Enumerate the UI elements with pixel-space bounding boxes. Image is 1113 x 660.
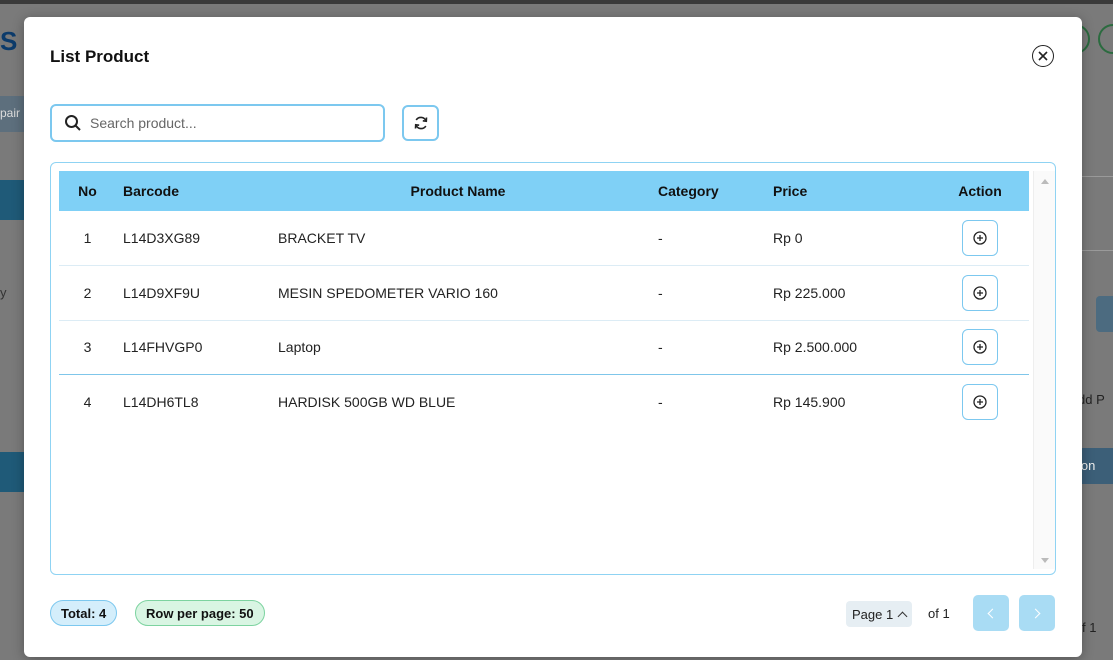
background-block (0, 180, 24, 220)
cell-no: 2 (83, 284, 92, 301)
background-button (1096, 296, 1113, 332)
cell-barcode: L14D9XF9U (123, 284, 201, 301)
cell-action (931, 211, 1029, 266)
search-icon (65, 115, 81, 131)
background-label: dd P (1078, 392, 1105, 407)
cell-price: Rp 0 (773, 230, 803, 246)
cell-barcode: L14FHVGP0 (123, 339, 203, 356)
close-button[interactable] (1032, 45, 1054, 67)
chevron-up-icon (897, 611, 908, 621)
header-action: Action (958, 183, 1002, 199)
cell-price: Rp 145.900 (773, 394, 846, 410)
cell-price: Rp 2.500.000 (773, 339, 858, 356)
background-logo: S (0, 26, 18, 56)
header-product-name: Product Name (410, 183, 506, 199)
plus-circle-icon (973, 286, 987, 300)
next-page-button[interactable] (1019, 595, 1055, 631)
cell-product-name: Laptop (278, 339, 321, 356)
add-product-button[interactable] (962, 384, 998, 420)
page-of-label: of 1 (928, 606, 950, 621)
chevron-right-icon (1030, 608, 1041, 618)
product-table-container[interactable]: No Barcode Product Name Category Price A… (50, 162, 1056, 575)
plus-circle-icon (973, 340, 987, 354)
total-badge: Total: 4 (50, 600, 118, 626)
scroll-down-arrow-icon[interactable] (1041, 558, 1049, 563)
table-scrollbar[interactable] (1033, 171, 1055, 569)
cell-action (931, 375, 1029, 430)
cell-no: 3 (83, 339, 92, 356)
search-field[interactable] (50, 104, 385, 142)
header-barcode: Barcode (123, 183, 180, 199)
background-label: f 1 (1082, 620, 1097, 635)
page-selector-label: Page 1 (852, 606, 894, 622)
scroll-up-arrow-icon[interactable] (1041, 179, 1049, 184)
background-avatar (1098, 24, 1113, 54)
header-category: Category (658, 183, 719, 199)
table-row: 1 L14D3XG89 BRACKET TV - Rp 0 (59, 211, 1029, 266)
plus-circle-icon (973, 395, 987, 409)
product-table: No Barcode Product Name Category Price A… (59, 171, 1029, 429)
cell-action (931, 320, 1029, 375)
modal-title: List Product (50, 47, 150, 66)
background-topbar (0, 0, 1113, 4)
add-product-button[interactable] (962, 274, 998, 311)
header-no: No (78, 183, 97, 199)
close-icon (1038, 51, 1048, 61)
cell-no: 4 (83, 394, 92, 410)
previous-page-button[interactable] (973, 595, 1009, 631)
cell-barcode: L14D3XG89 (123, 230, 201, 246)
cell-action (931, 266, 1029, 321)
page-selector[interactable]: Page 1 (846, 601, 913, 627)
search-input[interactable] (90, 115, 360, 131)
cell-no: 1 (83, 230, 92, 246)
plus-circle-icon (973, 231, 987, 245)
add-product-button[interactable] (962, 220, 998, 256)
rows-per-page-badge[interactable]: Row per page: 50 (135, 600, 265, 626)
cell-product-name: MESIN SPEDOMETER VARIO 160 (278, 284, 498, 301)
cell-category: - (658, 394, 663, 410)
cell-barcode: L14DH6TL8 (123, 394, 199, 410)
add-product-button[interactable] (962, 329, 998, 366)
header-price: Price (773, 183, 808, 199)
refresh-button[interactable] (402, 105, 439, 141)
cell-price: Rp 225.000 (773, 284, 846, 301)
table-row: 2 L14D9XF9U MESIN SPEDOMETER VARIO 160 -… (59, 266, 1029, 321)
background-tab: pair (0, 96, 24, 132)
cell-category: - (658, 339, 663, 356)
cell-product-name: BRACKET TV (278, 230, 366, 246)
list-product-modal: List Product No Barcode Product Name Cat… (24, 17, 1082, 657)
table-row: 4 L14DH6TL8 HARDISK 500GB WD BLUE - Rp 1… (59, 375, 1029, 430)
table-row: 3 L14FHVGP0 Laptop - Rp 2.500.000 (59, 320, 1029, 375)
refresh-icon (414, 116, 427, 130)
cell-product-name: HARDISK 500GB WD BLUE (278, 394, 456, 410)
background-block (0, 452, 24, 492)
background-label: y (0, 285, 7, 300)
cell-category: - (658, 230, 663, 246)
table-header-row: No Barcode Product Name Category Price A… (59, 171, 1029, 211)
cell-category: - (658, 284, 663, 301)
chevron-left-icon (987, 608, 998, 618)
